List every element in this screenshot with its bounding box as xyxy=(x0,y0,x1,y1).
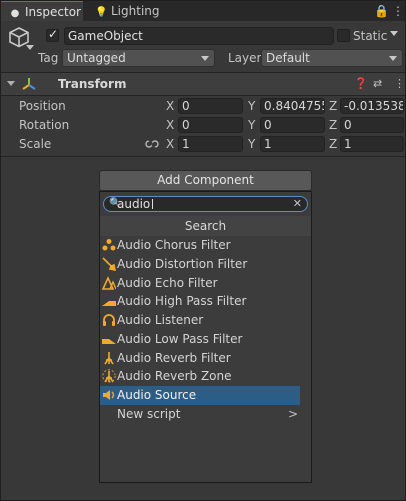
axis-x-label: X xyxy=(166,99,175,113)
transform-axes-icon xyxy=(22,78,36,90)
kebab-menu-icon[interactable]: ⋮ xyxy=(392,1,404,21)
audio-reverb-zone-icon xyxy=(102,369,116,383)
fold-arrow-icon[interactable] xyxy=(7,81,15,86)
static-checkbox[interactable] xyxy=(337,29,350,42)
search-text: audio xyxy=(117,197,151,211)
tag-dropdown[interactable]: Untagged xyxy=(62,49,215,67)
position-x-field[interactable]: 0 xyxy=(178,98,243,114)
axis-z-label: Z xyxy=(329,118,338,132)
tab-bar: ● Inspector 💡 Lighting 🔒 ⋮ xyxy=(1,1,405,21)
audio-chorus-filter-icon xyxy=(102,239,116,251)
axis-x-label: X xyxy=(166,118,175,132)
position-z-field[interactable]: -0.013538 xyxy=(340,98,404,114)
tab-inspector-label: Inspector xyxy=(25,5,81,19)
presets-icon[interactable]: ⇄ xyxy=(373,76,382,92)
help-icon[interactable]: ❓ xyxy=(354,76,368,92)
component-item-label: Audio Reverb Filter xyxy=(117,351,231,365)
info-icon: ● xyxy=(10,8,20,19)
component-item-audio-reverb-filter[interactable]: Audio Reverb Filter xyxy=(100,349,300,368)
active-checkbox[interactable] xyxy=(46,27,59,42)
component-item-label: Audio Echo Filter xyxy=(117,276,218,290)
rotation-y-field[interactable]: 0 xyxy=(260,117,325,133)
axis-y-label: Y xyxy=(248,99,256,113)
component-item-label: New script xyxy=(117,407,181,421)
position-y-field[interactable]: 0.8404755 xyxy=(260,98,325,114)
component-item-label: Audio Listener xyxy=(117,313,204,327)
axis-x-label: X xyxy=(166,137,175,151)
rotation-label: Rotation xyxy=(19,118,70,132)
constrain-proportions-link-icon[interactable] xyxy=(145,138,159,150)
component-item-label: Audio Source xyxy=(117,388,197,402)
chevron-right-icon: > xyxy=(288,407,299,421)
tab-lighting-label: Lighting xyxy=(111,4,160,18)
static-dropdown-caret[interactable] xyxy=(390,31,398,36)
audio-high-pass-filter-icon xyxy=(102,301,116,306)
component-item-label: Audio Low Pass Filter xyxy=(117,332,243,346)
transform-header[interactable]: Transform ❓ ⇄ ⋮ xyxy=(1,73,405,95)
component-search-input[interactable]: 🔍 audio ✕ xyxy=(103,196,308,212)
axis-z-label: Z xyxy=(329,137,338,151)
chevron-down-icon xyxy=(389,56,397,61)
component-item-audio-chorus-filter[interactable]: Audio Chorus Filter xyxy=(100,236,300,255)
clear-search-icon[interactable]: ✕ xyxy=(293,197,302,211)
component-item-audio-reverb-zone[interactable]: Audio Reverb Zone xyxy=(100,367,300,386)
tab-inspector[interactable]: ● Inspector xyxy=(1,1,83,21)
rotation-z-field[interactable]: 0 xyxy=(340,117,404,133)
layer-label: Layer xyxy=(228,51,262,65)
audio-echo-filter-icon xyxy=(102,276,116,290)
scale-x-field[interactable]: 1 xyxy=(178,136,243,152)
transform-title: Transform xyxy=(58,77,127,91)
speaker-icon xyxy=(103,390,115,400)
component-item-label: Audio High Pass Filter xyxy=(117,294,247,308)
chevron-down-icon xyxy=(201,56,209,61)
scale-y-field[interactable]: 1 xyxy=(260,136,325,152)
component-item-label: Audio Reverb Zone xyxy=(117,369,232,383)
scale-label: Scale xyxy=(19,137,52,151)
component-item-audio-low-pass-filter[interactable]: Audio Low Pass Filter xyxy=(100,330,300,349)
layer-dropdown[interactable]: Default xyxy=(261,49,403,67)
component-item-new-script[interactable]: New script > xyxy=(100,405,300,424)
divider xyxy=(1,156,405,157)
kebab-menu-icon[interactable]: ⋮ xyxy=(394,76,405,92)
audio-low-pass-filter-icon xyxy=(102,339,116,344)
headphones-icon xyxy=(103,314,115,326)
axis-z-label: Z xyxy=(329,99,338,113)
audio-distortion-filter-icon xyxy=(102,257,116,271)
layer-dropdown-value: Default xyxy=(266,51,310,65)
tab-lighting[interactable]: 💡 Lighting xyxy=(87,1,160,21)
axis-y-label: Y xyxy=(248,118,256,132)
component-item-label: Audio Distortion Filter xyxy=(117,257,248,271)
divider xyxy=(1,95,405,96)
rotation-x-field[interactable]: 0 xyxy=(178,117,243,133)
component-item-label: Audio Chorus Filter xyxy=(117,238,231,252)
component-item-audio-echo-filter[interactable]: Audio Echo Filter xyxy=(100,274,300,293)
add-component-button[interactable]: Add Component xyxy=(99,170,312,191)
position-label: Position xyxy=(19,99,66,113)
bulb-icon: 💡 xyxy=(95,7,108,18)
icon-dropdown-caret[interactable] xyxy=(26,45,34,50)
text-caret xyxy=(152,199,153,209)
object-name-field[interactable]: GameObject xyxy=(64,27,334,45)
component-item-audio-source[interactable]: Audio Source xyxy=(100,386,300,405)
audio-reverb-filter-icon xyxy=(104,352,114,365)
axis-y-label: Y xyxy=(248,137,256,151)
component-item-audio-distortion-filter[interactable]: Audio Distortion Filter xyxy=(100,255,300,274)
scale-z-field[interactable]: 1 xyxy=(340,136,404,152)
tag-label: Tag xyxy=(38,51,59,65)
component-item-audio-listener[interactable]: Audio Listener xyxy=(100,311,300,330)
static-label: Static xyxy=(353,29,388,43)
component-item-audio-high-pass-filter[interactable]: Audio High Pass Filter xyxy=(100,292,300,311)
search-results-header: Search xyxy=(100,216,311,236)
lock-icon[interactable]: 🔒 xyxy=(374,1,389,21)
tag-dropdown-value: Untagged xyxy=(67,51,126,65)
